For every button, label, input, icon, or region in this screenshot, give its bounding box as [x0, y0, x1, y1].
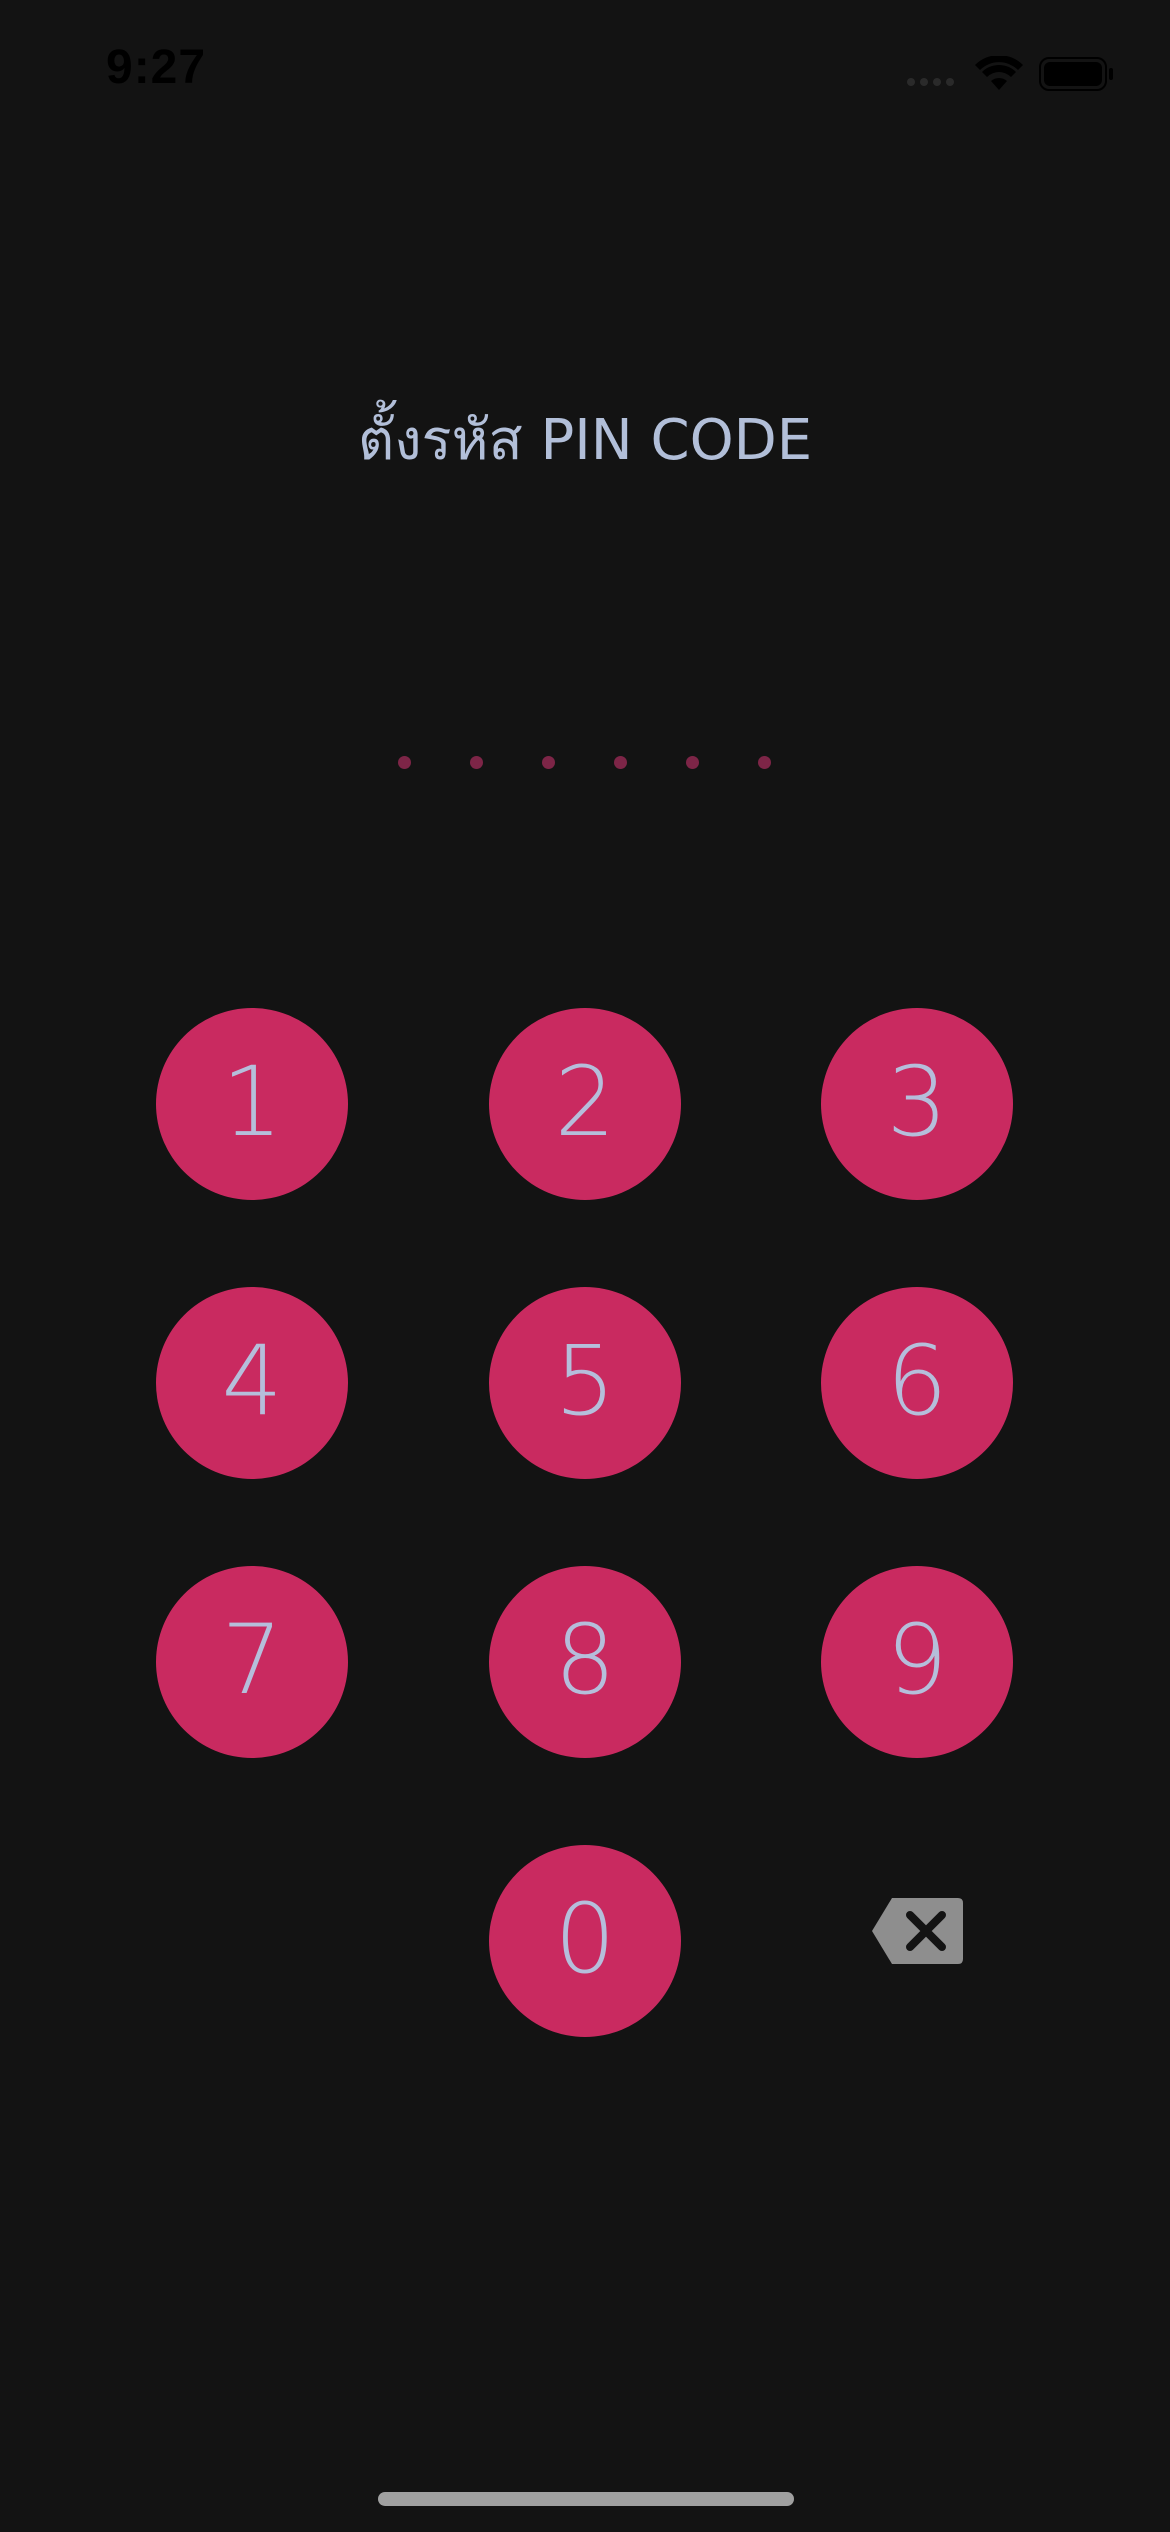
key-label: 1	[221, 1046, 283, 1158]
key-label: 5	[554, 1325, 616, 1437]
key-label: 9	[886, 1604, 948, 1716]
key-5[interactable]: 5	[489, 1287, 681, 1479]
key-0[interactable]: 0	[489, 1845, 681, 2037]
pin-dot	[542, 756, 555, 769]
key-label: 7	[221, 1604, 283, 1716]
pin-dot	[686, 756, 699, 769]
pin-dot	[758, 756, 771, 769]
page-title: ตั้งรหัส PIN CODE	[357, 408, 813, 473]
status-time: 9:27	[106, 41, 207, 94]
pin-dot	[470, 756, 483, 769]
backspace-icon[interactable]	[870, 1896, 965, 1966]
wifi-icon	[975, 56, 1023, 90]
home-indicator[interactable]	[378, 2492, 794, 2506]
key-6[interactable]: 6	[821, 1287, 1013, 1479]
key-2[interactable]: 2	[489, 1008, 681, 1200]
key-label: 0	[554, 1883, 616, 1995]
key-7[interactable]: 7	[156, 1566, 348, 1758]
key-label: 6	[886, 1325, 948, 1437]
pin-setup-screen: 9:27 ตั้งรหัส PIN CODE 1 2 3 4 5 6 7 8 9…	[0, 0, 1170, 2532]
key-label: 8	[554, 1604, 616, 1716]
pin-dot	[398, 756, 411, 769]
key-label: 3	[886, 1046, 948, 1158]
key-9[interactable]: 9	[821, 1566, 1013, 1758]
key-4[interactable]: 4	[156, 1287, 348, 1479]
key-1[interactable]: 1	[156, 1008, 348, 1200]
key-8[interactable]: 8	[489, 1566, 681, 1758]
key-label: 2	[554, 1046, 616, 1158]
signal-icon	[907, 78, 954, 86]
pin-dot	[614, 756, 627, 769]
key-label: 4	[221, 1325, 283, 1437]
status-icons	[907, 56, 1113, 91]
key-3[interactable]: 3	[821, 1008, 1013, 1200]
pin-indicator	[0, 756, 1170, 772]
battery-icon	[1039, 57, 1113, 91]
